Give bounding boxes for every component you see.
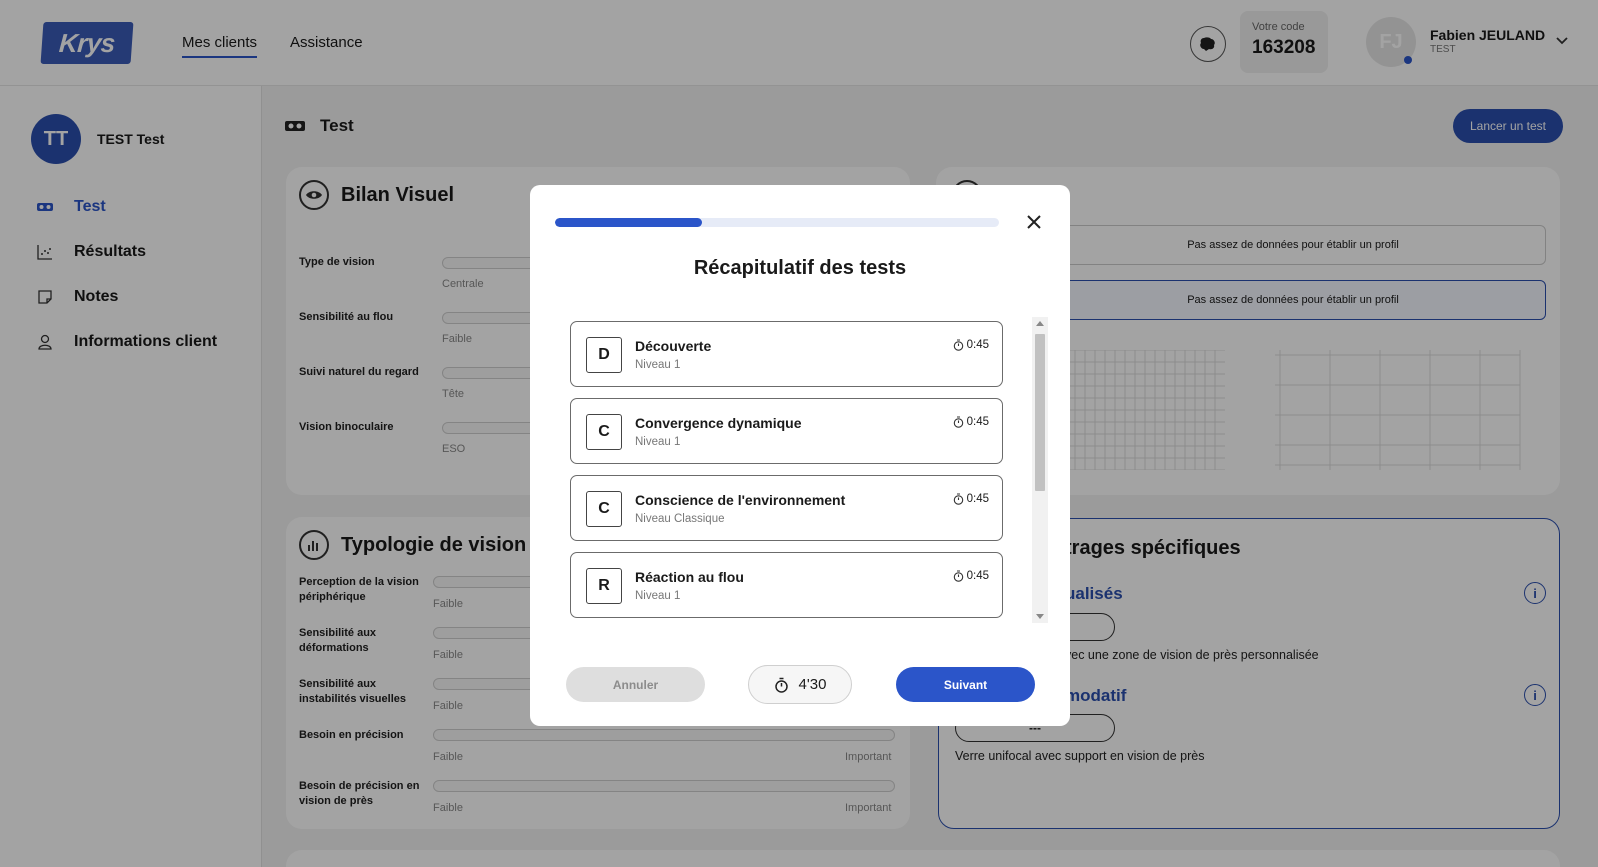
test-card[interactable]: R Réaction au flou Niveau 1 0:45 <box>570 552 1003 618</box>
test-duration: 0:45 <box>953 570 989 582</box>
total-duration-chip: 4'30 <box>748 665 852 704</box>
stopwatch-icon <box>953 339 963 351</box>
test-level: Niveau 1 <box>635 436 681 448</box>
progress-bar <box>555 218 999 227</box>
scroll-thumb[interactable] <box>1035 334 1045 491</box>
test-time-text: 0:45 <box>966 570 989 582</box>
test-letter-badge: D <box>586 337 622 373</box>
scroll-up-arrow-icon[interactable] <box>1036 321 1044 326</box>
test-level: Niveau Classique <box>635 513 725 525</box>
next-button[interactable]: Suivant <box>896 667 1035 702</box>
test-time-text: 0:45 <box>966 339 989 351</box>
scroll-down-arrow-icon[interactable] <box>1036 614 1044 619</box>
progress-fill <box>555 218 702 227</box>
test-name: Convergence dynamique <box>635 415 802 431</box>
test-level: Niveau 1 <box>635 590 681 602</box>
test-time-text: 0:45 <box>966 416 989 428</box>
close-button[interactable] <box>1023 211 1045 233</box>
stopwatch-icon <box>774 677 788 693</box>
test-duration: 0:45 <box>953 493 989 505</box>
test-list-scrollbar[interactable] <box>1032 317 1048 623</box>
test-letter-badge: R <box>586 568 622 604</box>
stopwatch-icon <box>953 570 963 582</box>
tests-recap-modal: Récapitulatif des tests D Découverte Niv… <box>530 185 1070 726</box>
test-level: Niveau 1 <box>635 359 681 371</box>
test-name: Réaction au flou <box>635 569 744 585</box>
test-card[interactable]: C Conscience de l'environnement Niveau C… <box>570 475 1003 541</box>
test-card[interactable]: D Découverte Niveau 1 0:45 <box>570 321 1003 387</box>
test-duration: 0:45 <box>953 416 989 428</box>
test-time-text: 0:45 <box>966 493 989 505</box>
test-name: Conscience de l'environnement <box>635 492 846 508</box>
test-card[interactable]: C Convergence dynamique Niveau 1 0:45 <box>570 398 1003 464</box>
stopwatch-icon <box>953 416 963 428</box>
stopwatch-icon <box>953 493 963 505</box>
test-list: D Découverte Niveau 1 0:45 C Convergence… <box>570 321 1006 626</box>
modal-title: Récapitulatif des tests <box>693 257 907 279</box>
total-duration-text: 4'30 <box>798 676 827 693</box>
test-letter-badge: C <box>586 491 622 527</box>
test-letter-badge: C <box>586 414 622 450</box>
test-duration: 0:45 <box>953 339 989 351</box>
cancel-button[interactable]: Annuler <box>566 667 705 702</box>
close-icon <box>1027 215 1041 229</box>
test-name: Découverte <box>635 338 712 354</box>
